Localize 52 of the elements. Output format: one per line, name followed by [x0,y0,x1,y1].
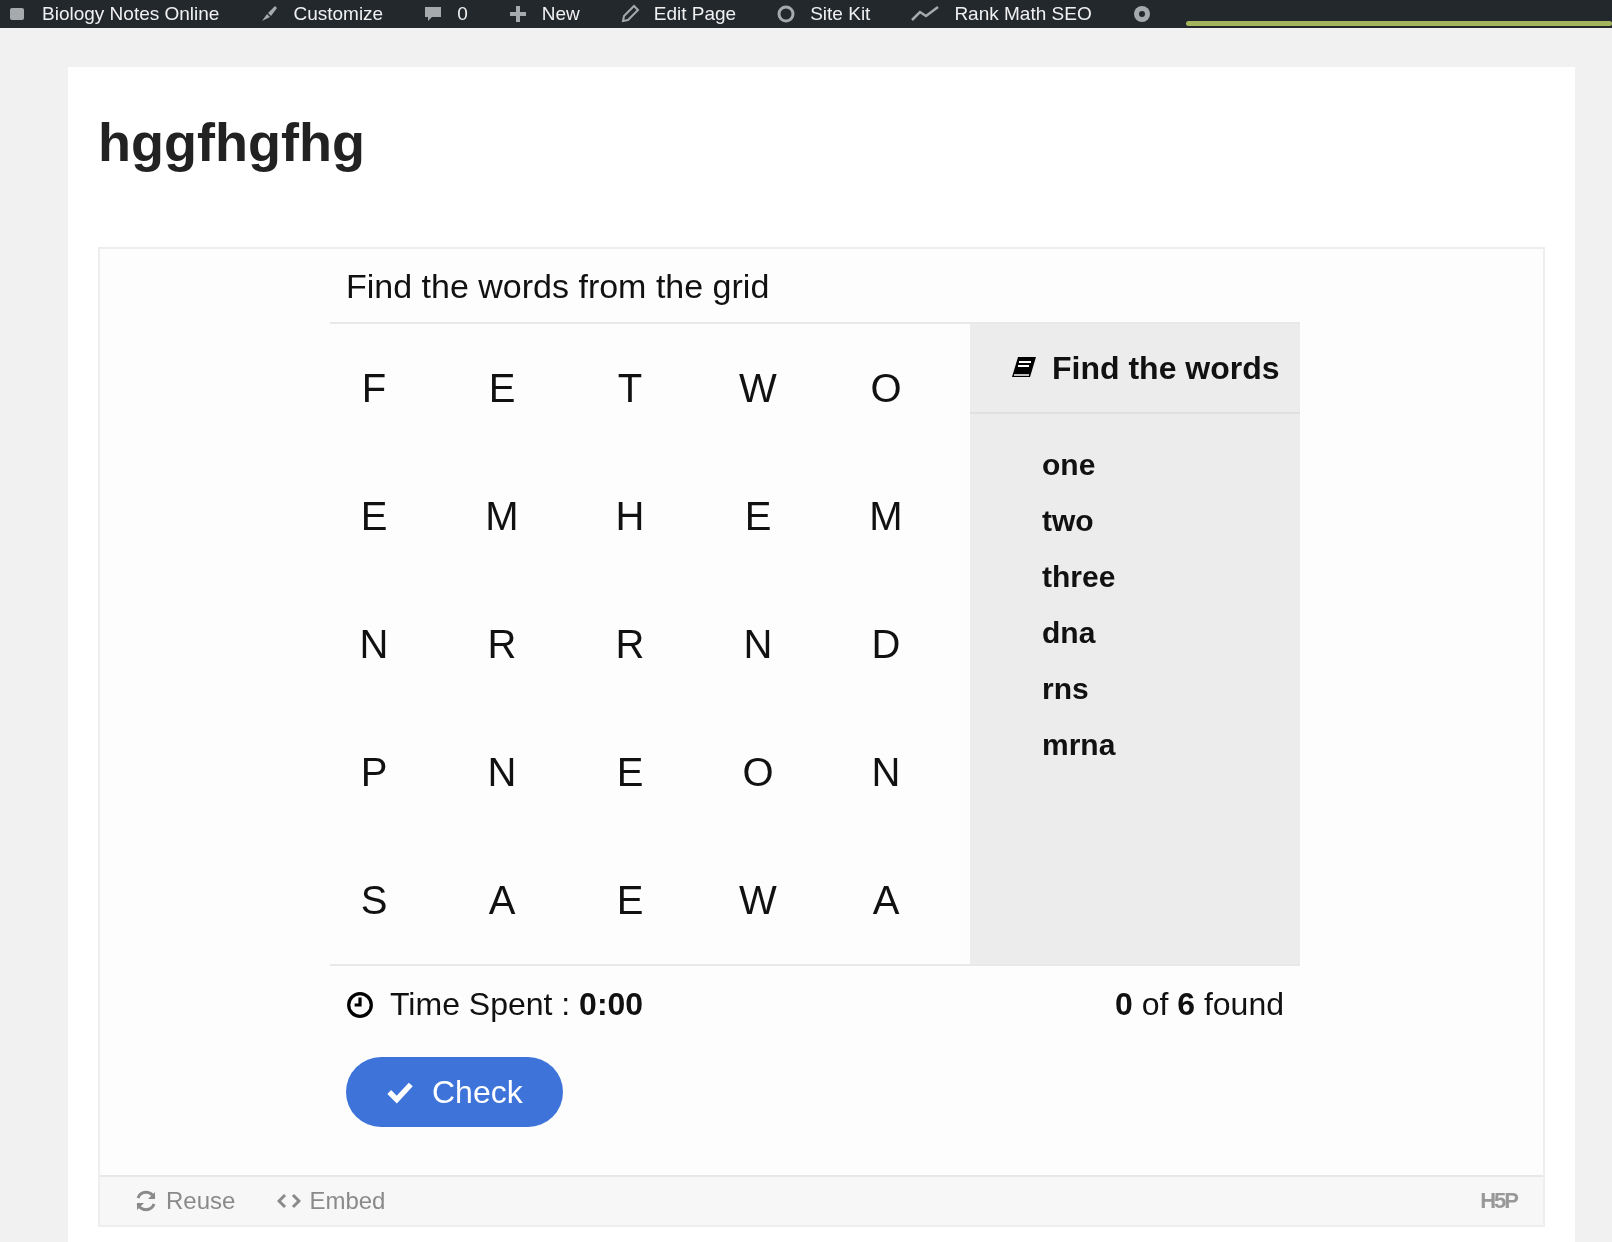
word-item: dna [1042,615,1096,651]
admin-bar-link[interactable]: Customize [293,2,384,26]
grid-letter[interactable]: E [330,452,458,580]
grid-letter[interactable]: S [330,836,458,964]
grid-letter[interactable]: H [586,452,714,580]
word-item: three [1042,559,1116,595]
settings-icon[interactable] [1131,4,1152,24]
admin-bar-link[interactable]: Edit Page [653,2,737,26]
grid-letter[interactable]: E [586,708,714,836]
grid-letter[interactable]: T [586,324,714,452]
grid-letter[interactable]: P [330,708,458,836]
plus-icon[interactable] [507,4,528,24]
time-spent-text: Time Spent : 0:00 [390,986,644,1023]
grid-letter[interactable]: E [714,452,842,580]
grid-letter[interactable]: N [842,708,970,836]
grid-letter[interactable]: A [458,836,586,964]
comment-icon[interactable] [423,4,444,24]
checkmark-icon [386,1080,414,1104]
admin-bar-link[interactable]: Site Kit [810,2,871,26]
grid-letter[interactable]: F [330,324,458,452]
grid-letter[interactable]: E [458,324,586,452]
found-count-text: 0 of 6 found [1114,986,1284,1023]
clock-icon [346,990,374,1019]
grid-letter[interactable]: O [842,324,970,452]
grid-letter[interactable]: A [842,836,970,964]
page-title: hggfhgfhg [98,111,366,174]
word-item: one [1042,447,1096,483]
admin-bar-link[interactable]: New [541,2,580,26]
grid-letter[interactable]: O [714,708,842,836]
grid-letter[interactable]: M [458,452,586,580]
word-item: mrna [1042,727,1116,763]
refresh-icon [134,1189,158,1213]
grid-letter[interactable]: N [714,580,842,708]
admin-bar-link[interactable]: Biology Notes Online [42,2,220,26]
grid-letter[interactable]: N [458,708,586,836]
grid-letter[interactable]: R [458,580,586,708]
grid-letter[interactable]: W [714,324,842,452]
grid-letter[interactable]: D [842,580,970,708]
grid-letter[interactable]: M [842,452,970,580]
check-button[interactable]: Check [346,1057,563,1127]
brush-icon[interactable] [259,4,280,24]
grid-letter[interactable]: E [586,836,714,964]
admin-bar-link[interactable]: Rank Math SEO [954,2,1092,26]
grid-letter[interactable]: N [330,580,458,708]
word-list-title: Find the words [1052,349,1280,387]
grid-letter[interactable]: R [586,580,714,708]
grid-letter[interactable]: W [714,836,842,964]
admin-bar-link[interactable]: 0 [457,2,468,26]
word-item: rns [1042,671,1089,707]
word-item: two [1042,503,1094,539]
circle-icon[interactable] [776,4,797,24]
pencil-icon[interactable] [619,4,640,24]
